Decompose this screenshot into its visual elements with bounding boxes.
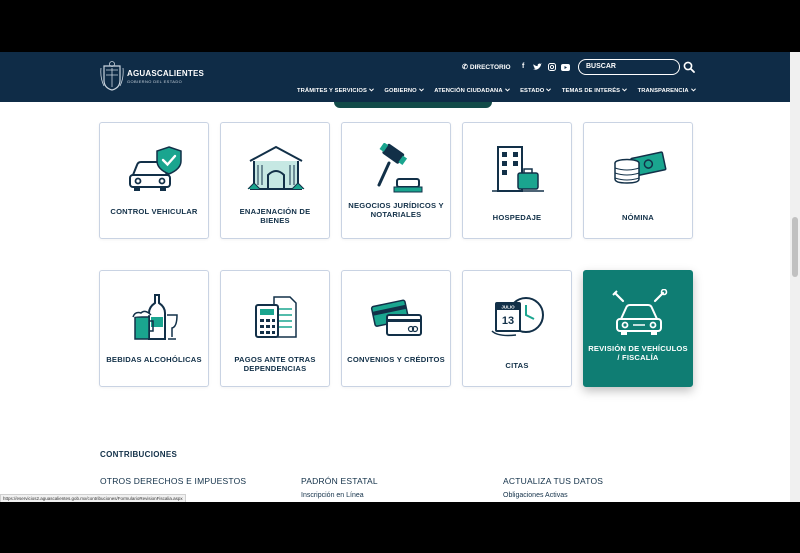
site-logo[interactable]: AGUASCALIENTES GOBIERNO DEL ESTADO [100,60,204,94]
credit-cards-icon [370,299,422,336]
tile-pagos[interactable]: PAGOS ANTE OTRAS DEPENDENCIAS [220,270,330,387]
directorio-link[interactable]: ✆ DIRECTORIO [462,63,511,71]
hotel-luggage-icon [492,146,544,192]
tile-label: REVISIÓN DE VEHÍCULOS / FISCALÍA [588,344,688,362]
youtube-icon[interactable] [561,64,570,71]
menu-label: ESTADO [520,88,545,94]
menu-label: TRÁMITES Y SERVICIOS [297,88,367,94]
instagram-icon[interactable] [548,63,556,71]
car-shield-icon [129,146,182,191]
menu-label: ATENCIÓN CIUDADANA [434,88,503,94]
calculator-document-icon [255,296,297,338]
tile-hospedaje[interactable]: HOSPEDAJE [462,122,572,239]
vertical-scrollbar[interactable] [790,52,800,502]
tile-label: PAGOS ANTE OTRAS DEPENDENCIAS [234,355,316,373]
coat-of-arms-icon [100,61,124,91]
phone-icon: ✆ [462,64,468,71]
tile-label: ENAJENACIÓN DE BIENES [239,207,311,225]
tile-label: CONTROL VEHICULAR [110,207,198,216]
footer-col-title[interactable]: PADRÓN ESTATAL [301,476,378,486]
chevron-down-icon [418,88,424,93]
twitter-icon[interactable] [533,63,542,71]
tile-label: NÓMINA [622,213,654,222]
scrollbar-thumb[interactable] [792,217,798,277]
money-icon [614,151,667,184]
tile-label: NEGOCIOS JURÍDICOS Y NOTARIALES [348,201,444,219]
menu-transparencia[interactable]: TRANSPARENCIA [638,88,696,94]
chevron-down-icon [504,88,510,93]
footer-col-title[interactable]: OTROS DERECHOS E IMPUESTOS [100,476,246,486]
footer-link-obligaciones[interactable]: Obligaciones Activas [503,492,568,499]
car-wrench-icon [612,289,668,335]
chevron-down-icon [622,88,628,93]
tile-citas[interactable]: JULIO 13 CITAS [462,270,572,387]
tile-bebidas[interactable]: BEBIDAS ALCOHÓLICAS [99,270,209,387]
hero-banner-edge [334,102,492,108]
menu-label: TRANSPARENCIA [637,88,689,94]
calendar-day: 13 [502,315,514,327]
search-input[interactable]: BUSCAR [578,59,680,75]
gavel-icon [377,143,423,193]
chevron-down-icon [546,88,552,93]
chevron-down-icon [369,88,374,93]
footer-col-title[interactable]: ACTUALIZA TUS DATOS [503,476,603,486]
menu-atencion[interactable]: ATENCIÓN CIUDADANA [434,88,510,94]
tile-convenios[interactable]: CONVENIOS Y CRÉDITOS [341,270,451,387]
calendar-clock-icon: JULIO 13 [491,297,544,337]
tile-control-vehicular[interactable]: CONTROL VEHICULAR [99,122,209,239]
logo-name: AGUASCALIENTES [127,69,205,78]
tile-nomina[interactable]: NÓMINA [583,122,693,239]
tile-label: BEBIDAS ALCOHÓLICAS [106,355,202,364]
menu-estado[interactable]: ESTADO [520,88,552,94]
site-header: AGUASCALIENTES GOBIERNO DEL ESTADO ✆ DIRE… [0,52,790,102]
tile-label: CONVENIOS Y CRÉDITOS [347,355,445,364]
facebook-icon[interactable]: f [522,63,524,70]
browser-frame: AGUASCALIENTES GOBIERNO DEL ESTADO ✆ DIRE… [0,0,800,553]
menu-tramites[interactable]: TRÁMITES Y SERVICIOS [297,88,374,94]
contribuciones-heading: CONTRIBUCIONES [100,450,178,459]
menu-gobierno[interactable]: GOBIERNO [384,88,424,94]
status-bar-url: https://eservicios2.aguascalientes.gob.m… [0,494,186,502]
building-icon [247,145,305,190]
directorio-label: DIRECTORIO [469,64,511,71]
main-menu: TRÁMITES Y SERVICIOS GOBIERNO ATENCIÓN C… [297,79,702,94]
tile-enajenacion[interactable]: ENAJENACIÓN DE BIENES [220,122,330,239]
tile-label: HOSPEDAJE [492,213,542,222]
search-icon[interactable] [683,61,695,73]
chevron-down-icon [690,88,696,93]
logo-subtitle: GOBIERNO DEL ESTADO [127,79,183,84]
tile-negocios[interactable]: NEGOCIOS JURÍDICOS Y NOTARIALES [341,122,451,239]
menu-label: TEMAS DE INTERÉS [561,88,621,94]
menu-label: GOBIERNO [384,88,417,94]
tile-revision-vehiculos[interactable]: REVISIÓN DE VEHÍCULOS / FISCALÍA [583,270,693,387]
calendar-month: JULIO [501,305,515,310]
footer-link-inscripcion[interactable]: Inscripción en Línea [301,492,364,499]
tile-label: CITAS [505,361,529,370]
page-viewport: AGUASCALIENTES GOBIERNO DEL ESTADO ✆ DIRE… [0,52,790,502]
menu-temas[interactable]: TEMAS DE INTERÉS [561,88,628,94]
bottle-beer-icon [132,294,178,340]
